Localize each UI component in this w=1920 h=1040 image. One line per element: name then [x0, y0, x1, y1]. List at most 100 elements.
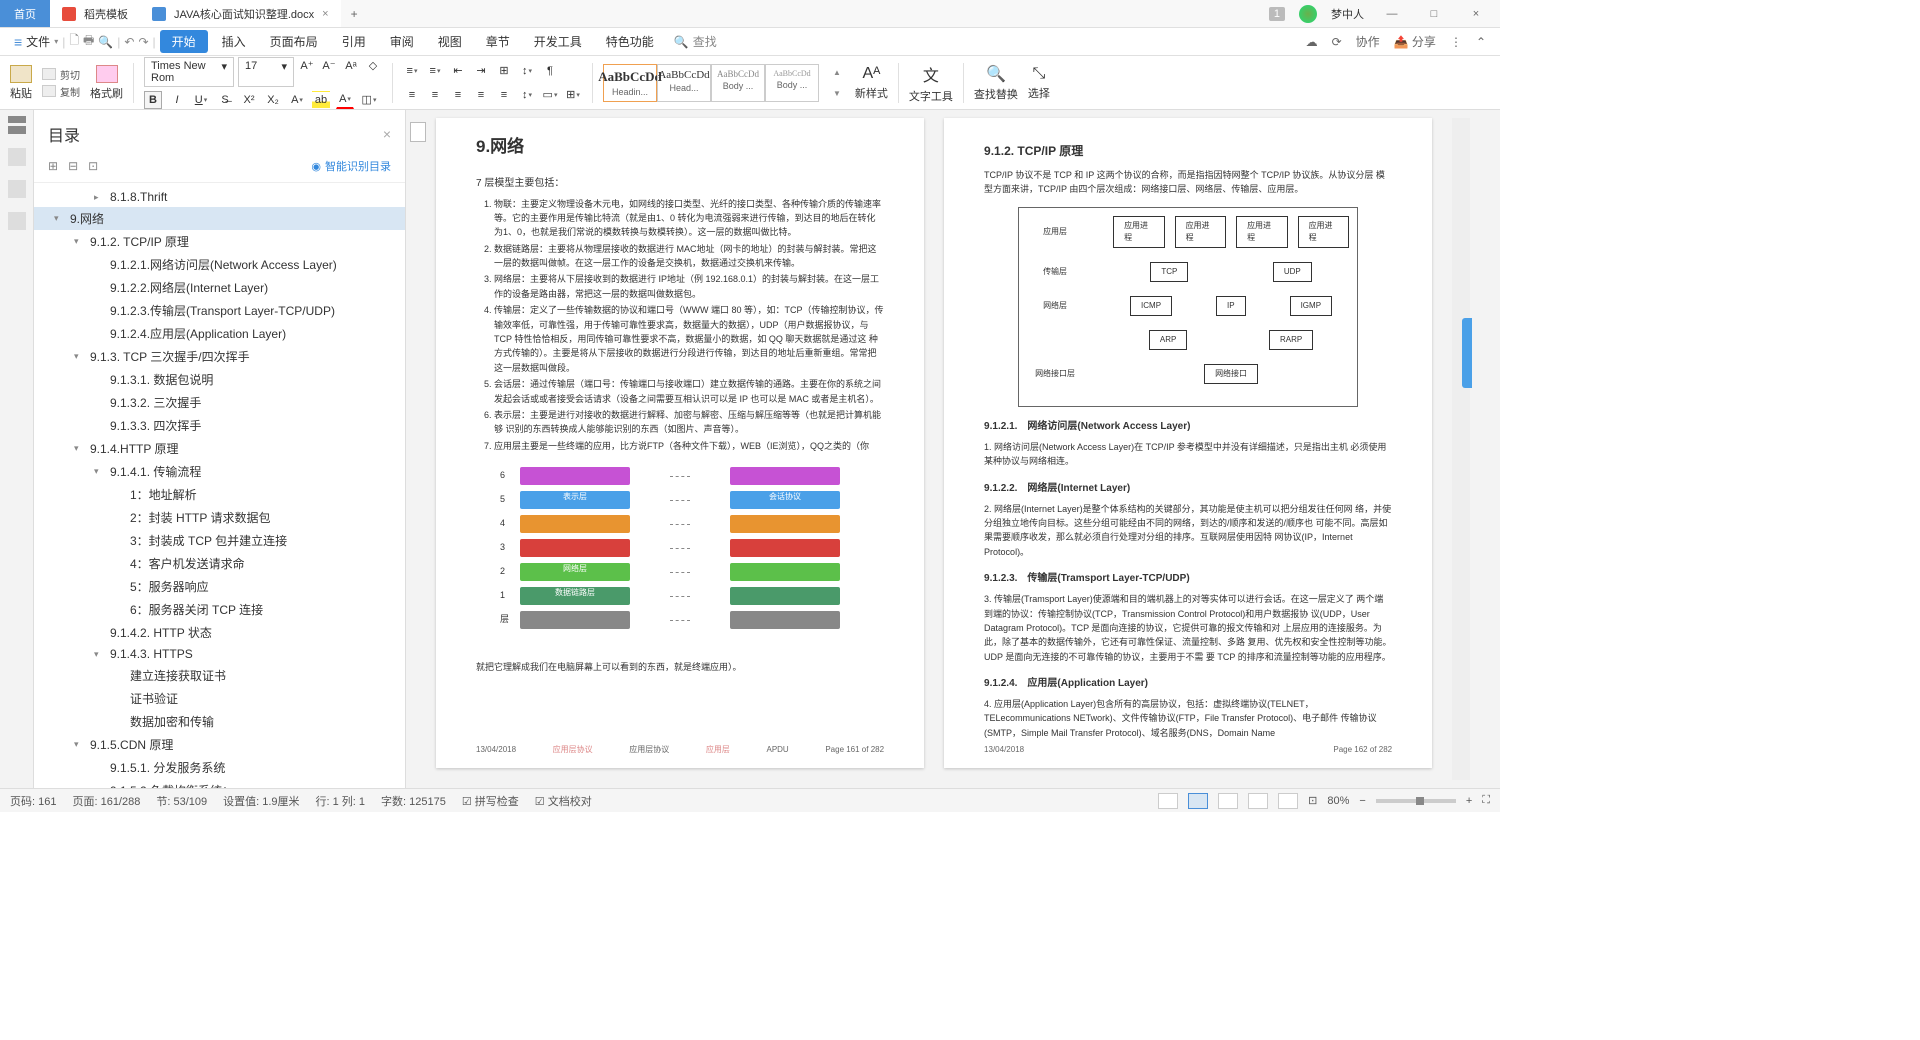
tab-review[interactable]: 审阅 — [380, 33, 424, 50]
outline-item[interactable]: 证书验证 — [34, 687, 405, 710]
subscript-button[interactable]: X₂ — [264, 91, 282, 109]
outline-rail-icon[interactable] — [8, 116, 26, 134]
view-mode-4[interactable] — [1248, 793, 1268, 809]
format-brush-button[interactable]: 格式刷 — [90, 65, 123, 101]
tab-features[interactable]: 特色功能 — [596, 33, 664, 50]
outline-item[interactable]: 9.1.2.1.网络访问层(Network Access Layer) — [34, 253, 405, 276]
print-icon[interactable]: 🖶 — [83, 31, 94, 52]
close-icon[interactable]: × — [322, 8, 328, 20]
outline-item[interactable]: 6：服务器关闭 TCP 连接 — [34, 598, 405, 621]
tab-view[interactable]: 视图 — [428, 33, 472, 50]
style-heading1[interactable]: AaBbCcDdHeadin... — [603, 64, 657, 102]
share-button[interactable]: 📤 分享 — [1394, 33, 1436, 50]
find-replace-button[interactable]: 🔍查找替换 — [974, 64, 1018, 102]
show-marks-button[interactable]: ¶ — [541, 62, 559, 80]
ai-detect-outline-button[interactable]: ◉智能识别目录 — [311, 158, 391, 174]
change-case-button[interactable]: Aᵃ — [342, 57, 360, 75]
tab-home[interactable]: 首页 — [0, 0, 50, 27]
zoom-slider[interactable] — [1376, 799, 1456, 803]
style-heading2[interactable]: AaBbCcDdHead... — [657, 64, 711, 102]
tab-chapter[interactable]: 章节 — [476, 33, 520, 50]
style-down-button[interactable]: ▼ — [833, 89, 841, 98]
redo-icon[interactable]: ↷ — [138, 35, 148, 49]
clear-format-button[interactable]: ◇ — [364, 57, 382, 75]
collapse-ribbon-icon[interactable]: ⌃ — [1476, 35, 1486, 49]
outdent-button[interactable]: ⇤ — [449, 62, 467, 80]
outline-item[interactable]: 数据加密和传输 — [34, 710, 405, 733]
outline-item[interactable]: 建立连接获取证书 — [34, 664, 405, 687]
font-effects-button[interactable]: A▾ — [288, 91, 306, 109]
para-shading-button[interactable]: ▭▾ — [541, 86, 559, 104]
fullscreen-button[interactable]: ⛶ — [1482, 794, 1490, 807]
collab-button[interactable]: 协作 — [1356, 33, 1380, 50]
tab-button[interactable]: ⊞ — [495, 62, 513, 80]
rail-icon-3[interactable] — [8, 180, 26, 198]
paste-button[interactable]: 粘贴 — [10, 65, 32, 101]
text-tool-button[interactable]: 文文字工具 — [909, 62, 953, 104]
right-scrollbar[interactable] — [1452, 118, 1470, 780]
copy-button[interactable]: 复制 — [42, 84, 80, 99]
outline-item[interactable]: ▾9.1.4.1. 传输流程 — [34, 460, 405, 483]
style-body2[interactable]: AaBbCcDdBody ... — [765, 64, 819, 102]
bullet-list-button[interactable]: ≡▾ — [403, 62, 421, 80]
outline-tool-3[interactable]: ⊡ — [88, 159, 98, 173]
outline-item[interactable]: ▾9.1.4.3. HTTPS — [34, 644, 405, 664]
outline-item[interactable]: 9.1.4.2. HTTP 状态 — [34, 621, 405, 644]
zoom-in-button[interactable]: + — [1466, 795, 1472, 807]
view-mode-5[interactable] — [1278, 793, 1298, 809]
outline-tool-1[interactable]: ⊞ — [48, 159, 58, 173]
rail-icon-2[interactable] — [8, 148, 26, 166]
outline-item[interactable]: 9.1.2.4.应用层(Application Layer) — [34, 322, 405, 345]
outline-item[interactable]: 4：客户机发送请求命 — [34, 552, 405, 575]
outline-tool-2[interactable]: ⊟ — [68, 159, 78, 173]
font-combo[interactable]: Times New Rom▾ — [144, 57, 234, 87]
outline-item[interactable]: ▾9.1.2. TCP/IP 原理 — [34, 230, 405, 253]
distribute-button[interactable]: ≡ — [495, 86, 513, 104]
outline-item[interactable]: ▸8.1.8.Thrift — [34, 187, 405, 207]
superscript-button[interactable]: X² — [240, 91, 258, 109]
proofread-button[interactable]: ☑ 文档校对 — [535, 793, 592, 809]
tab-devtools[interactable]: 开发工具 — [524, 33, 592, 50]
style-body1[interactable]: AaBbCcDdBody ... — [711, 64, 765, 102]
undo-icon[interactable]: ↶ — [124, 35, 134, 49]
search-box[interactable]: 🔍 查找 — [674, 33, 717, 50]
outline-item[interactable]: 9.1.5.2.负载均衡系统： — [34, 779, 405, 788]
tab-add-button[interactable]: + — [341, 0, 368, 27]
more-icon[interactable]: ⋮ — [1450, 35, 1462, 49]
sync-icon[interactable]: ⟳ — [1332, 35, 1342, 49]
save-icon[interactable]: 🗋 — [69, 31, 79, 52]
outline-item[interactable]: ▾9.1.4.HTTP 原理 — [34, 437, 405, 460]
shading-button[interactable]: ◫▾ — [360, 91, 378, 109]
align-center-button[interactable]: ≡ — [426, 86, 444, 104]
document-canvas[interactable]: 9.网络 7 层模型主要包括： 物联：主要定义物理设备木元电，如网线的接口类型、… — [406, 110, 1500, 788]
outline-item[interactable]: 9.1.3.2. 三次握手 — [34, 391, 405, 414]
grow-font-button[interactable]: A⁺ — [298, 57, 316, 75]
number-list-button[interactable]: ≡▾ — [426, 62, 444, 80]
outline-item[interactable]: 9.1.3.1. 数据包说明 — [34, 368, 405, 391]
select-button[interactable]: ⤡选择 — [1028, 65, 1050, 101]
outline-item[interactable]: 5：服务器响应 — [34, 575, 405, 598]
line-spacing-button[interactable]: ↕▾ — [518, 86, 536, 104]
highlight-button[interactable]: ab — [312, 91, 330, 109]
minimize-button[interactable]: — — [1378, 8, 1406, 20]
outline-item[interactable]: 9.1.3.3. 四次挥手 — [34, 414, 405, 437]
file-menu[interactable]: 文件 — [26, 33, 50, 50]
side-toolbox[interactable] — [1462, 318, 1472, 388]
strike-button[interactable]: S̶ — [216, 91, 234, 109]
outline-item[interactable]: 9.1.5.1. 分发服务系统 — [34, 756, 405, 779]
tab-start[interactable]: 开始 — [160, 30, 208, 53]
outline-item[interactable]: ▾9.1.5.CDN 原理 — [34, 733, 405, 756]
tab-document[interactable]: JAVA核心面试知识整理.docx× — [140, 0, 341, 27]
outline-item[interactable]: 1：地址解析 — [34, 483, 405, 506]
outline-item[interactable]: 3：封装成 TCP 包并建立连接 — [34, 529, 405, 552]
cut-button[interactable]: 剪切 — [42, 67, 80, 82]
indent-button[interactable]: ⇥ — [472, 62, 490, 80]
sort-button[interactable]: ↕▾ — [518, 62, 536, 80]
font-color-button[interactable]: A▾ — [336, 91, 354, 109]
hamburger-icon[interactable]: ≡ — [14, 34, 22, 50]
view-mode-3[interactable] — [1218, 793, 1238, 809]
align-left-button[interactable]: ≡ — [403, 86, 421, 104]
close-window-button[interactable]: × — [1462, 8, 1490, 20]
tab-insert[interactable]: 插入 — [212, 33, 256, 50]
view-mode-2[interactable] — [1188, 793, 1208, 809]
